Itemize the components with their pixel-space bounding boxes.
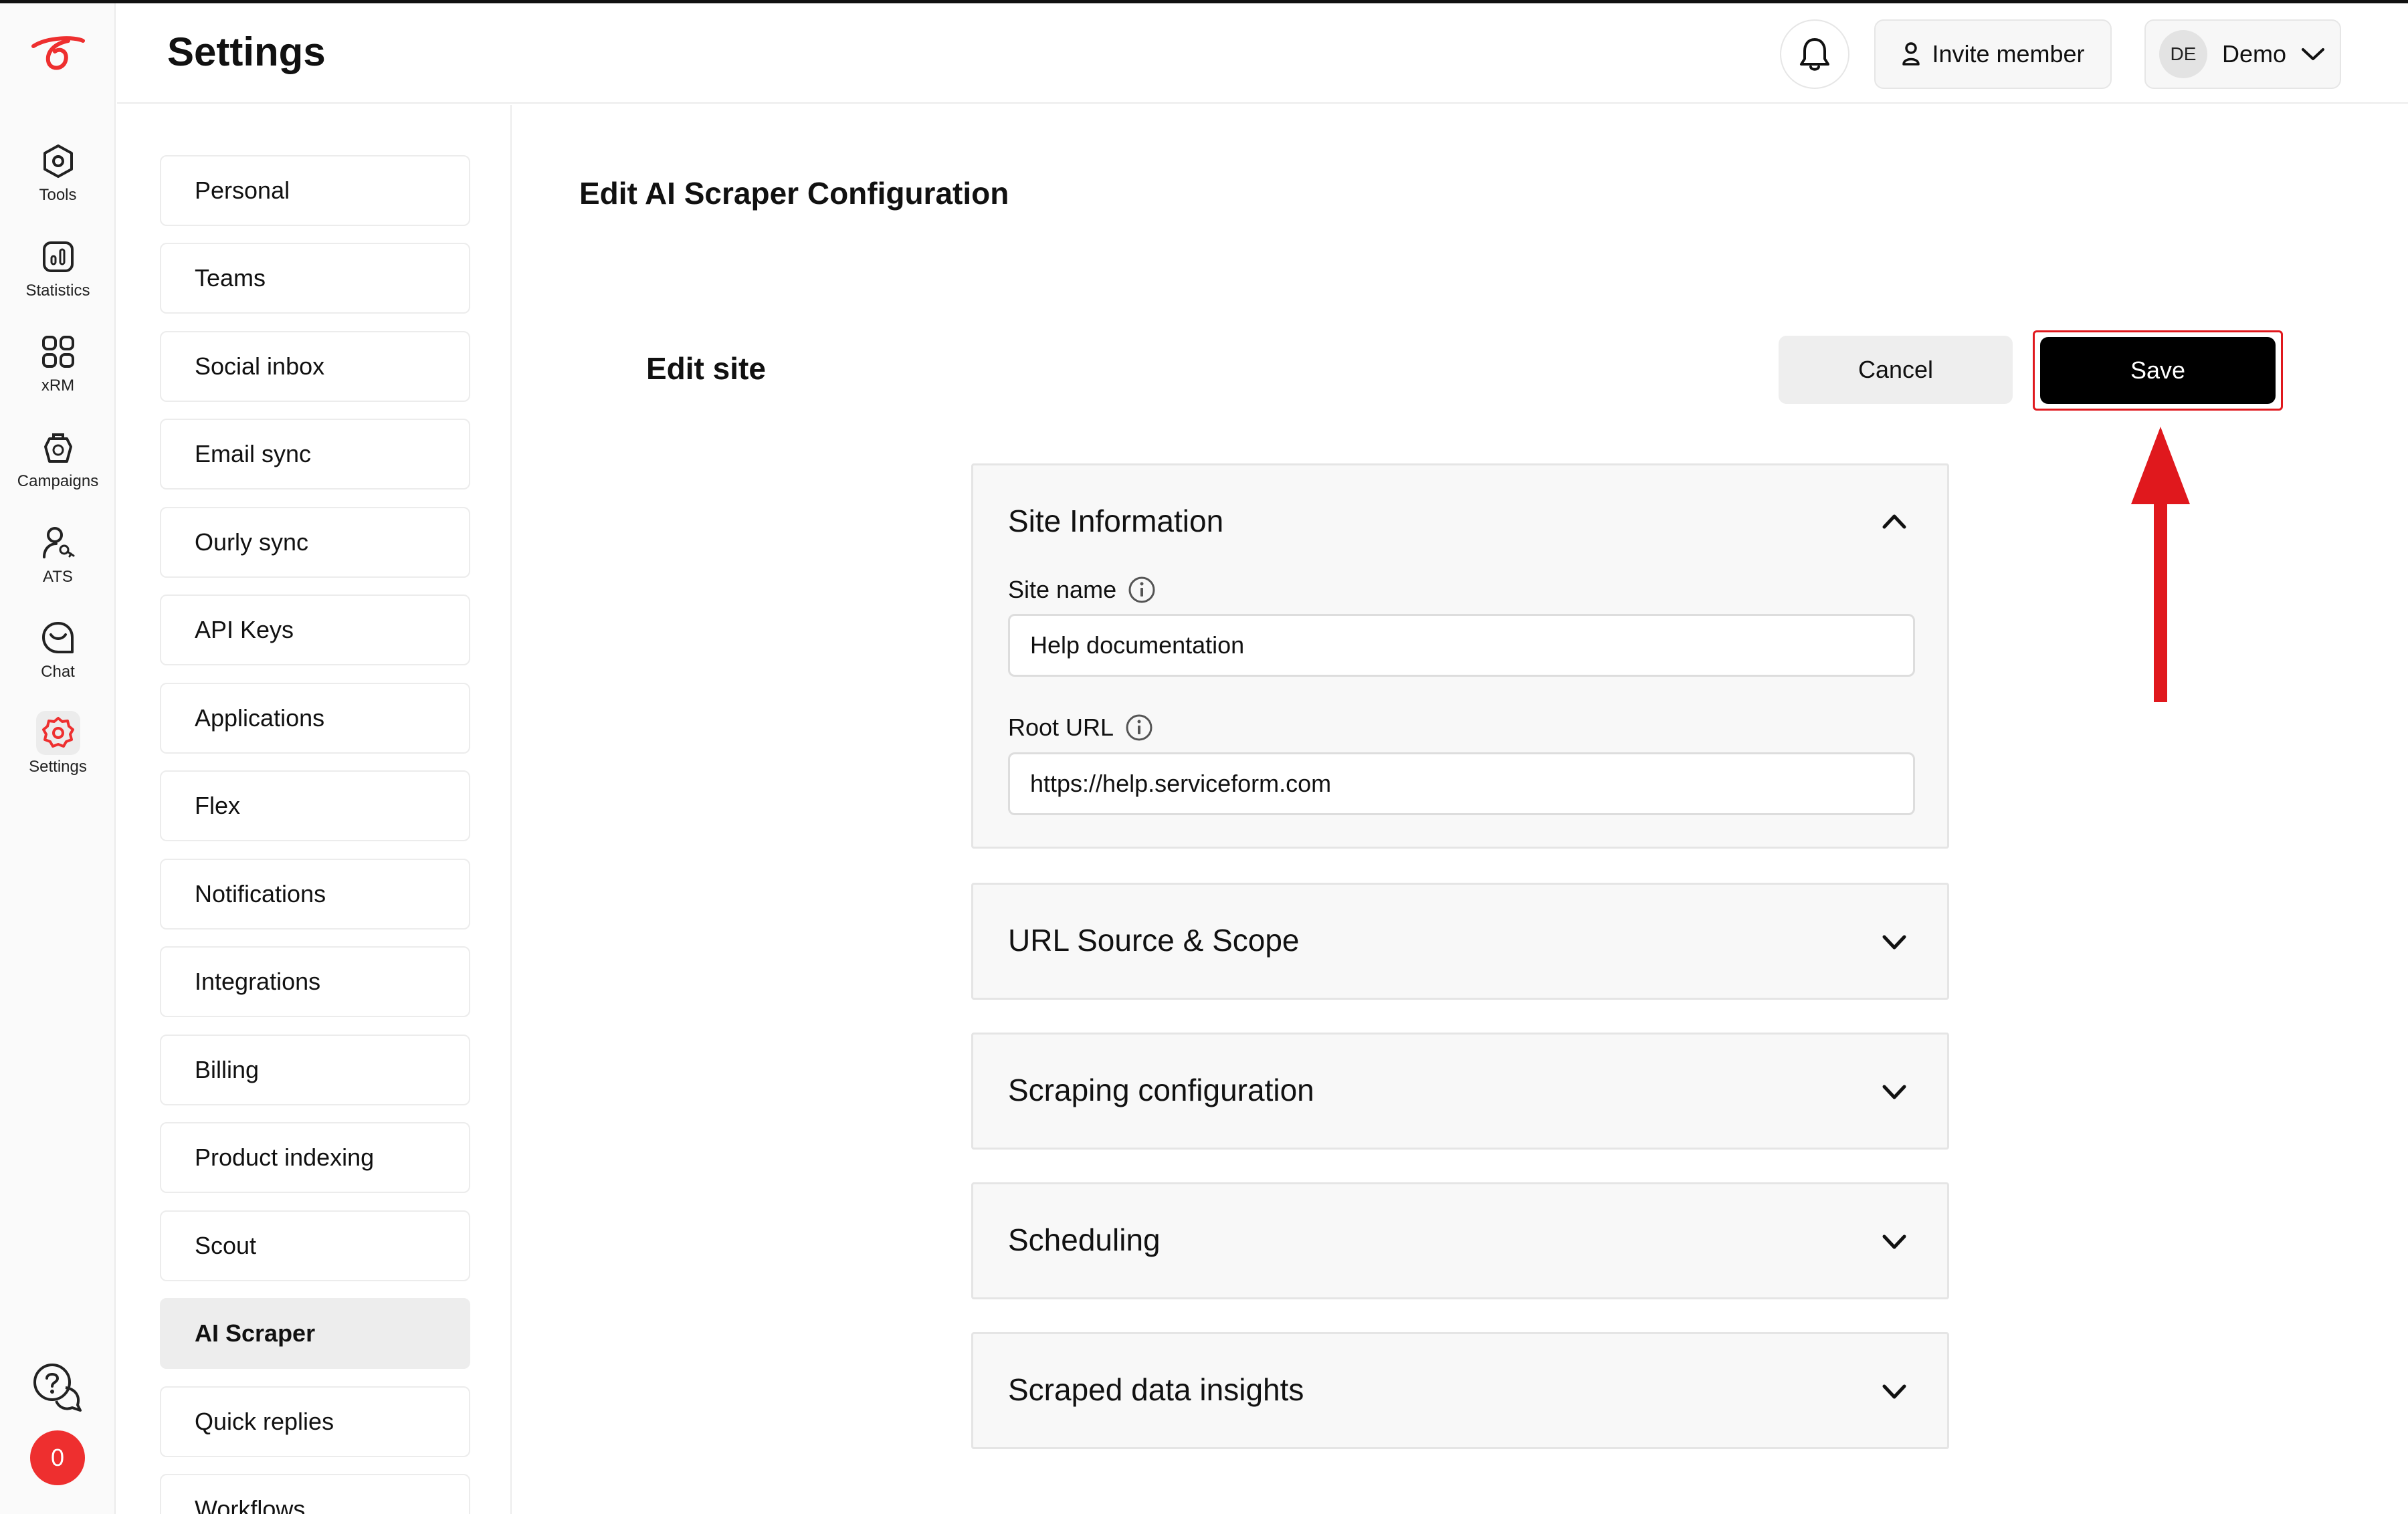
bar-chart-icon	[36, 235, 80, 279]
site-name-input[interactable]	[1008, 614, 1915, 677]
app-rail: Tools Statistics xRM Campaigns ATS Chat	[0, 3, 116, 1514]
rail-item-campaigns[interactable]: Campaigns	[0, 425, 116, 512]
settings-nav-personal[interactable]: Personal	[160, 155, 470, 226]
chevron-down-icon	[2302, 48, 2325, 60]
info-icon[interactable]	[1127, 575, 1157, 605]
grid-icon	[36, 330, 80, 374]
settings-nav-quick-replies[interactable]: Quick replies	[160, 1386, 470, 1457]
rail-item-label: Statistics	[25, 282, 90, 300]
brand-logo-icon[interactable]	[28, 31, 88, 78]
rail-item-label: Settings	[29, 758, 87, 776]
settings-nav-social-inbox[interactable]: Social inbox	[160, 331, 470, 402]
edit-site-title: Edit site	[646, 351, 766, 386]
notification-count-badge[interactable]: 0	[30, 1430, 85, 1485]
config-title: Edit AI Scraper Configuration	[579, 176, 1009, 211]
gear-icon	[35, 711, 80, 755]
top-header: Settings Invite member DE Demo	[117, 3, 2408, 104]
rail-item-label: Chat	[41, 663, 75, 681]
user-name: Demo	[2222, 40, 2287, 68]
settings-nav-ai-scraper[interactable]: AI Scraper	[160, 1298, 470, 1369]
rail-item-statistics[interactable]: Statistics	[0, 235, 116, 322]
panel-site-information: Site Information Site name Root URL	[971, 463, 1949, 849]
settings-nav-integrations[interactable]: Integrations	[160, 946, 470, 1017]
panel-title: URL Source & Scope	[1008, 923, 1300, 958]
settings-nav-flex[interactable]: Flex	[160, 770, 470, 841]
chevron-down-icon	[1882, 1234, 1906, 1249]
user-menu-button[interactable]: DE Demo	[2144, 19, 2341, 89]
settings-nav-scout[interactable]: Scout	[160, 1210, 470, 1281]
chevron-down-icon	[1882, 1384, 1906, 1399]
rail-item-tools[interactable]: Tools	[0, 139, 116, 226]
rail-item-ats[interactable]: ATS	[0, 521, 116, 608]
chat-icon	[36, 616, 80, 660]
rail-item-label: xRM	[41, 376, 75, 395]
notifications-button[interactable]	[1780, 19, 1849, 89]
help-chat-icon[interactable]	[31, 1361, 84, 1414]
avatar: DE	[2159, 30, 2207, 78]
chevron-down-icon	[1882, 1085, 1906, 1099]
chevron-down-icon	[1882, 935, 1906, 950]
root-url-input[interactable]	[1008, 752, 1915, 815]
settings-nav-api-keys[interactable]: API Keys	[160, 594, 470, 665]
rail-item-xrm[interactable]: xRM	[0, 330, 116, 417]
rail-item-label: ATS	[43, 568, 73, 586]
cancel-button[interactable]: Cancel	[1779, 336, 2013, 404]
bell-icon	[1800, 38, 1829, 71]
panel-title: Scraping configuration	[1008, 1073, 1314, 1107]
annotation-arrow-icon	[2131, 427, 2190, 702]
panel-scraped-data-insights[interactable]: Scraped data insights	[971, 1332, 1949, 1449]
invite-member-label: Invite member	[1932, 40, 2085, 68]
panel-title: Scheduling	[1008, 1222, 1161, 1257]
settings-nav-ourly-sync[interactable]: Ourly sync	[160, 507, 470, 578]
invite-member-button[interactable]: Invite member	[1874, 19, 2112, 89]
campaign-icon	[36, 425, 80, 469]
settings-nav-email-sync[interactable]: Email sync	[160, 419, 470, 490]
settings-nav-billing[interactable]: Billing	[160, 1035, 470, 1105]
hexagon-tools-icon	[36, 139, 80, 183]
settings-nav-product-indexing[interactable]: Product indexing	[160, 1122, 470, 1193]
panel-title: Scraped data insights	[1008, 1372, 1304, 1407]
settings-nav-workflows[interactable]: Workflows	[160, 1474, 470, 1514]
settings-nav-teams[interactable]: Teams	[160, 243, 470, 314]
settings-nav-applications[interactable]: Applications	[160, 683, 470, 754]
rail-item-chat[interactable]: Chat	[0, 616, 116, 703]
chevron-up-icon[interactable]	[1879, 506, 1910, 536]
settings-nav-notifications[interactable]: Notifications	[160, 859, 470, 930]
page-title: Settings	[167, 29, 326, 74]
panel-title[interactable]: Site Information	[1008, 503, 1223, 539]
field-label: Root URL	[1008, 714, 1114, 741]
panel-url-source-scope[interactable]: URL Source & Scope	[971, 883, 1949, 1000]
save-button[interactable]: Save	[2040, 337, 2276, 404]
user-add-icon	[1902, 42, 1920, 66]
rail-item-label: Tools	[39, 186, 77, 204]
rail-item-settings[interactable]: Settings	[0, 711, 116, 798]
field-label: Site name	[1008, 576, 1117, 603]
root-url-label-row: Root URL	[1008, 713, 1154, 742]
settings-nav: Personal Teams Social inbox Email sync O…	[117, 105, 512, 1514]
rail-item-label: Campaigns	[17, 472, 99, 490]
info-icon[interactable]	[1124, 713, 1154, 742]
site-name-label-row: Site name	[1008, 575, 1157, 605]
panel-scheduling[interactable]: Scheduling	[971, 1182, 1949, 1299]
panel-scraping-configuration[interactable]: Scraping configuration	[971, 1033, 1949, 1150]
user-key-icon	[36, 521, 80, 565]
